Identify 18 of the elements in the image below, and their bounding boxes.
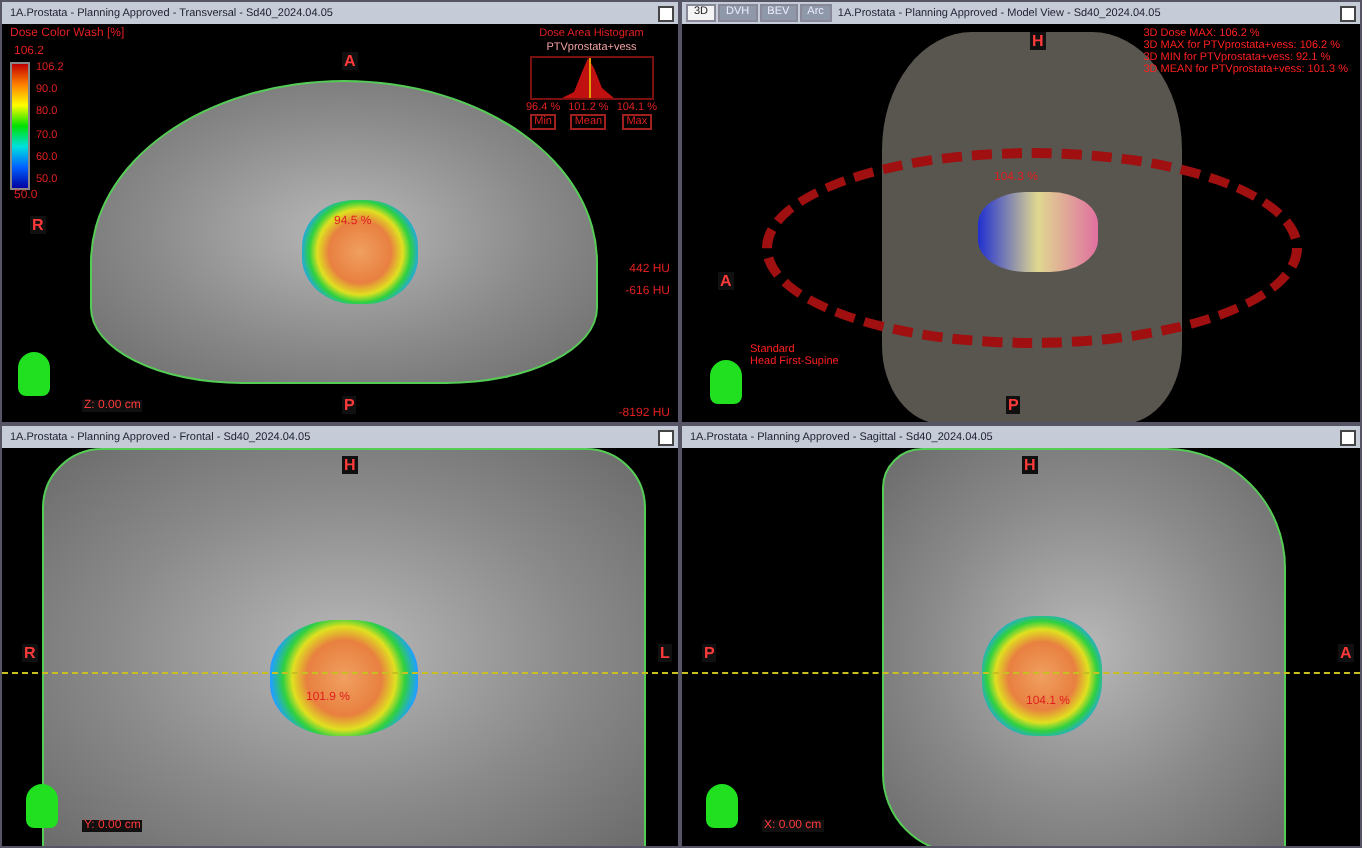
maximize-icon[interactable]	[1340, 5, 1356, 21]
orientation-label: P	[702, 644, 717, 662]
orientation-label: A	[1338, 644, 1354, 662]
histogram-drawing	[529, 56, 654, 100]
orientation-label: H	[1022, 456, 1038, 474]
orientation-label: H	[1030, 32, 1046, 50]
maximize-icon[interactable]	[658, 429, 674, 445]
maximize-icon[interactable]	[658, 5, 674, 21]
color-scale-bar	[10, 62, 30, 190]
orientation-label: H	[342, 456, 358, 474]
orientation-label: A	[342, 52, 358, 70]
orientation-label: L	[658, 644, 672, 662]
orientation-label: A	[718, 272, 734, 290]
orientation-label: R	[30, 216, 46, 234]
orientation-label: R	[22, 644, 38, 662]
orientation-label: P	[1006, 396, 1021, 414]
orientation-label: P	[342, 396, 357, 414]
maximize-icon[interactable]	[1340, 429, 1356, 445]
